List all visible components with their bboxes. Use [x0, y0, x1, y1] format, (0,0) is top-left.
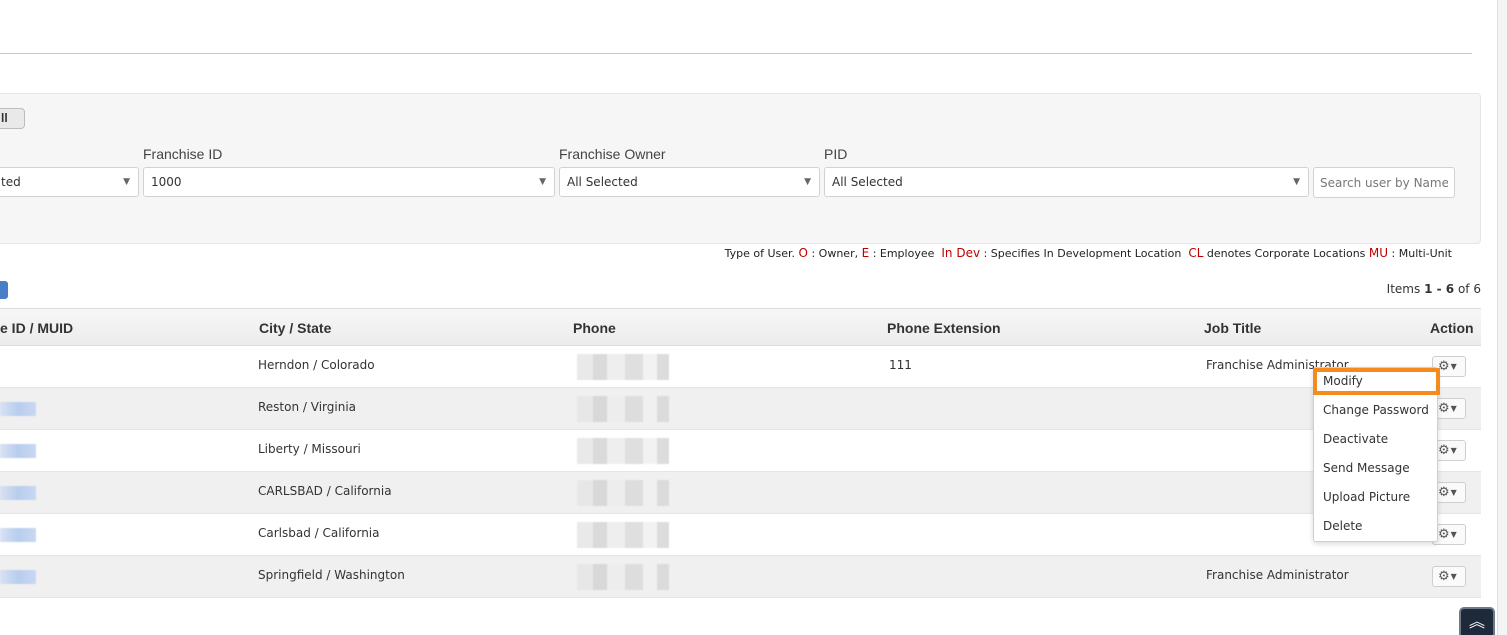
- header-action: Action: [1430, 320, 1474, 336]
- phone-redacted: [577, 522, 669, 548]
- legend-employee-text: : Employee: [872, 247, 935, 260]
- action-dropdown-menu: Modify Change Password Deactivate Send M…: [1313, 367, 1438, 542]
- pid-value: All Selected: [832, 175, 903, 189]
- id-link-redacted[interactable]: [0, 486, 36, 500]
- id-link-redacted[interactable]: [0, 444, 36, 458]
- franchise-owner-select[interactable]: All Selected ▼: [559, 167, 820, 197]
- table-header: e ID / MUID City / State Phone Phone Ext…: [0, 308, 1481, 346]
- franchise-owner-value: All Selected: [567, 175, 638, 189]
- table-row: Springfield / Washington Franchise Admin…: [0, 556, 1481, 598]
- row-city-state: CARLSBAD / California: [258, 484, 392, 498]
- table-row: Herndon / Colorado 111 Franchise Adminis…: [0, 346, 1481, 388]
- back-to-top-button[interactable]: ︽: [1459, 607, 1495, 635]
- user-type-legend: Type of User. O : Owner, E : Employee In…: [725, 246, 1452, 260]
- phone-redacted: [577, 480, 669, 506]
- legend-prefix: Type of User.: [724, 247, 796, 260]
- double-chevron-up-icon: ︽: [1468, 612, 1485, 631]
- row-city-state: Springfield / Washington: [258, 568, 405, 582]
- menu-item-deactivate[interactable]: Deactivate: [1323, 432, 1388, 446]
- header-id-muid[interactable]: e ID / MUID: [0, 320, 73, 336]
- gear-icon: ⚙: [1438, 401, 1450, 416]
- legend-indev-code: In Dev: [941, 246, 981, 260]
- legend-cl-text: denotes Corporate Locations: [1206, 247, 1366, 260]
- items-prefix: Items: [1386, 282, 1421, 296]
- header-city-state[interactable]: City / State: [259, 320, 331, 336]
- chevron-down-icon: ▼: [1450, 488, 1457, 497]
- franchise-id-select[interactable]: 1000 ▼: [143, 167, 555, 197]
- chevron-down-icon: ▼: [1293, 177, 1300, 187]
- menu-item-modify[interactable]: Modify: [1323, 374, 1363, 388]
- franchise-id-value: 1000: [151, 175, 182, 189]
- chevron-down-icon: ▼: [123, 177, 130, 187]
- legend-cl-code: CL: [1188, 246, 1204, 260]
- first-filter-select[interactable]: ted ▼: [0, 167, 139, 197]
- row-phone-extension: 111: [889, 358, 912, 372]
- row-job-title: Franchise Administrator: [1206, 568, 1349, 582]
- legend-mu-code: MU: [1368, 246, 1389, 260]
- franchise-id-label: Franchise ID: [143, 146, 223, 162]
- pid-label: PID: [824, 146, 848, 162]
- gear-icon: ⚙: [1438, 359, 1450, 374]
- phone-redacted: [577, 564, 669, 590]
- menu-item-upload-picture[interactable]: Upload Picture: [1323, 490, 1410, 504]
- chevron-down-icon: ▼: [804, 177, 811, 187]
- id-link-redacted[interactable]: [0, 402, 36, 416]
- phone-redacted: [577, 396, 669, 422]
- row-city-state: Liberty / Missouri: [258, 442, 361, 456]
- header-phone-extension[interactable]: Phone Extension: [887, 320, 1001, 336]
- items-range: 1 - 6: [1424, 282, 1455, 296]
- gear-icon: ⚙: [1438, 569, 1450, 584]
- chevron-down-icon: ▼: [1450, 572, 1457, 581]
- row-action-button[interactable]: ⚙▼: [1432, 566, 1466, 587]
- top-divider: [0, 53, 1472, 54]
- phone-redacted: [577, 438, 669, 464]
- gear-icon: ⚙: [1438, 485, 1450, 500]
- gear-icon: ⚙: [1438, 443, 1450, 458]
- table-row: CARLSBAD / California ⚙▼: [0, 472, 1481, 514]
- table-row: Liberty / Missouri ⚙▼: [0, 430, 1481, 472]
- menu-item-send-message[interactable]: Send Message: [1323, 461, 1410, 475]
- search-user-input[interactable]: [1313, 167, 1455, 198]
- menu-item-delete[interactable]: Delete: [1323, 519, 1362, 533]
- table-row: Reston / Virginia ⚙▼: [0, 388, 1481, 430]
- pid-select[interactable]: All Selected ▼: [824, 167, 1309, 197]
- legend-owner-text: : Owner,: [811, 247, 859, 260]
- users-table: e ID / MUID City / State Phone Phone Ext…: [0, 308, 1481, 598]
- items-of: of: [1457, 282, 1470, 296]
- menu-item-change-password[interactable]: Change Password: [1323, 403, 1429, 417]
- header-job-title[interactable]: Job Title: [1204, 320, 1261, 336]
- page: ll ted ▼ Franchise ID 1000 ▼ Franchise O…: [0, 0, 1507, 635]
- legend-owner-code: O: [798, 246, 808, 260]
- chevron-down-icon: ▼: [1450, 530, 1457, 539]
- legend-indev-text: : Specifies In Development Location: [983, 247, 1182, 260]
- bulk-action-button[interactable]: [0, 281, 8, 299]
- chevron-down-icon: ▼: [1450, 446, 1457, 455]
- id-link-redacted[interactable]: [0, 570, 36, 584]
- row-city-state: Herndon / Colorado: [258, 358, 375, 372]
- legend-employee-code: E: [861, 246, 870, 260]
- table-row: Carlsbad / California ⚙▼: [0, 514, 1481, 556]
- phone-redacted: [577, 354, 669, 380]
- first-filter-value: ted: [1, 175, 21, 189]
- select-all-button[interactable]: ll: [0, 108, 25, 129]
- row-city-state: Reston / Virginia: [258, 400, 357, 414]
- legend-mu-text: : Multi-Unit: [1391, 247, 1452, 260]
- header-phone[interactable]: Phone: [573, 320, 616, 336]
- scrollbar-track[interactable]: [1497, 0, 1507, 635]
- chevron-down-icon: ▼: [539, 177, 546, 187]
- chevron-down-icon: ▼: [1450, 362, 1457, 371]
- chevron-down-icon: ▼: [1450, 404, 1457, 413]
- items-total: 6: [1473, 282, 1481, 296]
- row-city-state: Carlsbad / California: [258, 526, 380, 540]
- gear-icon: ⚙: [1438, 527, 1450, 542]
- items-count: Items 1 - 6 of 6: [1387, 282, 1481, 296]
- id-link-redacted[interactable]: [0, 528, 36, 542]
- franchise-owner-label: Franchise Owner: [559, 146, 666, 162]
